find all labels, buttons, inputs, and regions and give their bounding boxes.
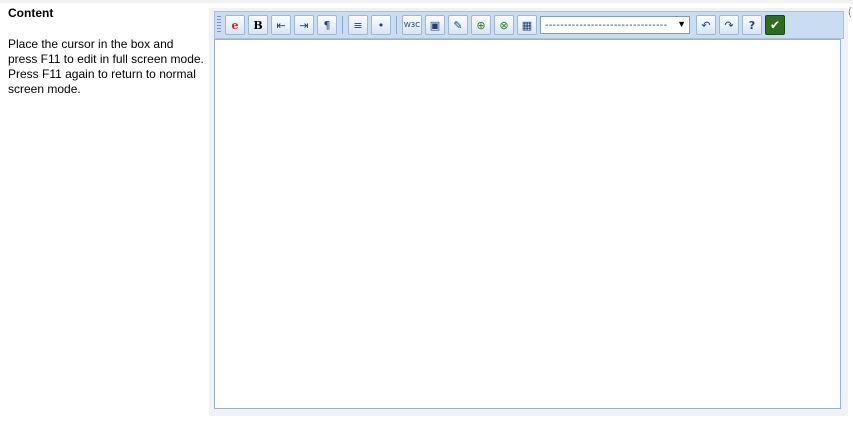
toolbar-separator — [342, 16, 343, 34]
ephox-icon[interactable]: e — [225, 15, 245, 35]
undo-icon[interactable]: ↶ — [696, 15, 716, 35]
style-select[interactable]: -------------------------------- ▼ — [540, 16, 690, 34]
editor-toolbar: e B ⇤ ⇥ ¶ ≡ • W3C ▣ ✎ ⊕ ⊗ ▦ ------------… — [214, 11, 844, 39]
content-label: Content — [8, 6, 54, 20]
indent-icon[interactable]: ⇥ — [294, 15, 314, 35]
style-select-value: -------------------------------- — [545, 20, 668, 31]
paragraph-icon[interactable]: ¶ — [317, 15, 337, 35]
toolbar-grip[interactable] — [217, 16, 221, 34]
insert-link-icon[interactable]: ⊕ — [471, 15, 491, 35]
rich-text-editor: e B ⇤ ⇥ ¶ ≡ • W3C ▣ ✎ ⊕ ⊗ ▦ ------------… — [209, 8, 848, 416]
top-border — [0, 0, 853, 3]
toolbar-separator — [396, 16, 397, 34]
bold-icon[interactable]: B — [248, 15, 268, 35]
field-label-panel: Content Place the cursor in the box and … — [8, 6, 208, 97]
redo-icon[interactable]: ↷ — [719, 15, 739, 35]
numbered-list-icon[interactable]: ≡ — [348, 15, 368, 35]
remove-link-icon[interactable]: ⊗ — [494, 15, 514, 35]
insert-image-icon[interactable]: ▣ — [425, 15, 445, 35]
w3c-validate-icon[interactable]: W3C — [402, 15, 422, 35]
bulleted-list-icon[interactable]: • — [371, 15, 391, 35]
insert-table-icon[interactable]: ▦ — [517, 15, 537, 35]
chevron-down-icon: ▼ — [677, 19, 686, 29]
content-editor-input[interactable] — [214, 39, 841, 409]
help-icon[interactable]: ? — [742, 15, 762, 35]
accept-icon[interactable]: ✔ — [765, 15, 785, 35]
edge-mark: ( — [848, 6, 852, 18]
outdent-icon[interactable]: ⇤ — [271, 15, 291, 35]
insert-file-icon[interactable]: ✎ — [448, 15, 468, 35]
content-help-text: Place the cursor in the box and press F1… — [8, 37, 204, 96]
